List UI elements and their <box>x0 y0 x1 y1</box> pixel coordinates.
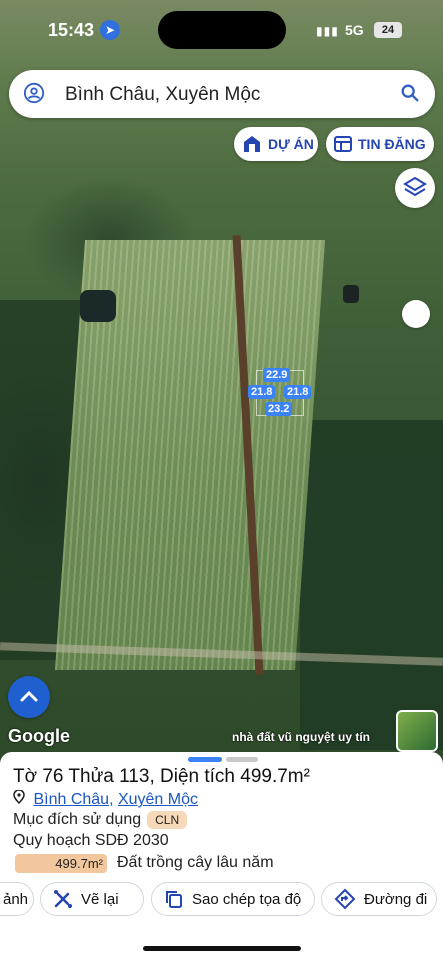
copy-coordinates-button[interactable]: Sao chép tọa độ <box>151 882 315 916</box>
building-icon <box>244 136 260 152</box>
agent-avatar[interactable] <box>396 710 438 752</box>
status-time: 15:43 <box>48 20 95 40</box>
layers-icon <box>403 176 427 197</box>
copy-coordinates-label: Sao chép tọa độ <box>192 890 302 908</box>
watermark-credit: nhà đất vũ nguyệt uy tín <box>232 730 371 744</box>
ward-link[interactable]: Bình Châu <box>33 791 109 808</box>
directions-label: Đường đi <box>364 890 428 908</box>
plan-land-type: Đất trồng cây lâu năm <box>117 854 274 871</box>
map-pond <box>80 290 116 322</box>
home-indicator <box>143 946 301 951</box>
location-arrow-icon: ➤ <box>100 20 120 40</box>
directions-icon <box>334 888 356 910</box>
search-bar[interactable] <box>9 70 435 118</box>
image-button-label: ảnh <box>3 890 29 908</box>
expand-up-button[interactable] <box>8 676 50 718</box>
status-bar: 15:43 ➤ ▮▮▮ 5G 24 <box>0 0 443 60</box>
plan-area-value: 499.7m² <box>55 856 103 871</box>
location-pin-icon <box>13 789 25 805</box>
map-control-dot[interactable] <box>402 300 430 328</box>
tin-dang-button[interactable]: TIN ĐĂNG <box>326 127 434 161</box>
land-code-badge: CLN <box>147 811 188 829</box>
google-logo: Google <box>8 726 70 746</box>
sheet-handle[interactable] <box>188 757 258 762</box>
du-an-button[interactable]: DỰ ÁN <box>234 127 318 161</box>
parcel-info-sheet: Tờ 76 Thửa 113, Diện tích 499.7m² Bình C… <box>0 752 443 960</box>
measurement-left: 21.8 <box>248 385 276 399</box>
measurement-right: 21.8 <box>284 385 312 399</box>
parcel-title: Tờ 76 Thửa 113, Diện tích 499.7m² <box>13 766 310 787</box>
redraw-button[interactable]: Vẽ lại <box>40 882 144 916</box>
redraw-label: Vẽ lại <box>81 890 119 908</box>
map-forest-area <box>300 420 443 750</box>
battery-icon: 24 <box>374 22 402 38</box>
listing-icon <box>334 136 352 152</box>
plan-area-bar: 499.7m² <box>15 854 107 873</box>
usage-purpose-label: Mục đích sử dụng <box>13 811 142 829</box>
address-separator: , <box>109 791 118 808</box>
action-row: ảnh Vẽ lại Sao chép tọa độ Đường đi <box>0 882 443 916</box>
redraw-icon <box>54 890 72 908</box>
directions-button[interactable]: Đường đi <box>321 882 437 916</box>
dynamic-island <box>158 11 286 49</box>
plan-label: Quy hoạch SDĐ 2030 <box>13 832 169 849</box>
tin-dang-label: TIN ĐĂNG <box>358 136 426 152</box>
layers-button[interactable] <box>395 168 435 208</box>
du-an-label: DỰ ÁN <box>268 136 314 152</box>
map-pond <box>343 285 359 303</box>
signal-icon: ▮▮▮ <box>316 24 339 38</box>
search-input[interactable] <box>63 80 387 110</box>
search-icon[interactable] <box>399 82 421 104</box>
image-button[interactable]: ảnh <box>0 882 34 916</box>
measurement-top: 22.9 <box>263 368 291 382</box>
location-pin-icon <box>23 82 45 104</box>
usage-purpose-row: Mục đích sử dụng CLN <box>13 811 188 829</box>
district-link[interactable]: Xuyên Mộc <box>118 791 198 808</box>
copy-icon <box>166 891 182 908</box>
parcel-address: Bình Châu, Xuyên Mộc <box>13 789 198 809</box>
chevron-up-icon <box>20 690 38 702</box>
network-label: 5G <box>345 22 364 38</box>
measurement-bottom: 23.2 <box>265 402 293 416</box>
